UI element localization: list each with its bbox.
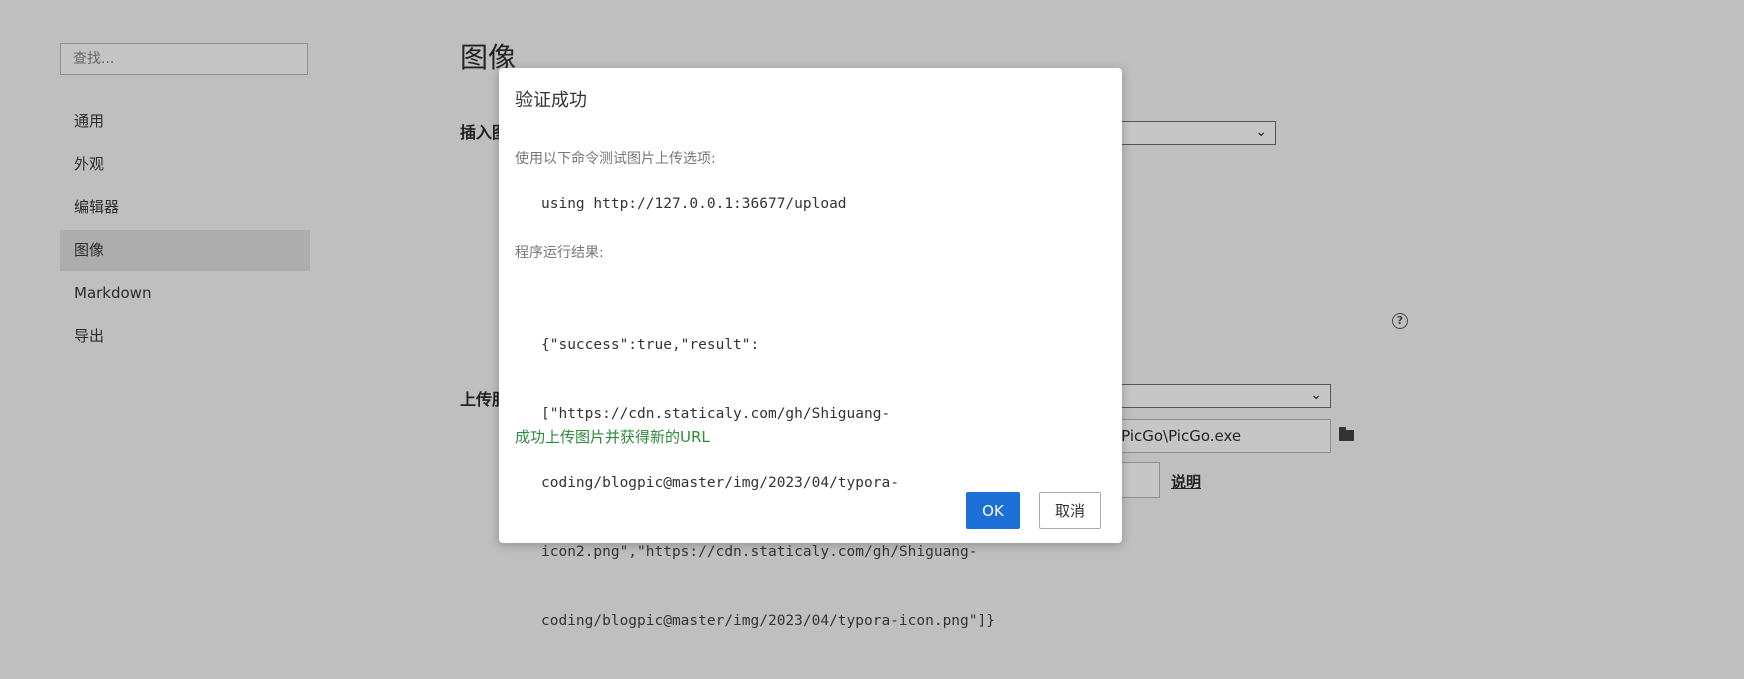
command-label: 使用以下命令测试图片上传选项: <box>515 151 716 167</box>
result-output: {"success":true,"result": ["https://cdn.… <box>541 288 995 679</box>
sidebar-item-image[interactable]: 图像 <box>60 230 310 271</box>
verify-success-dialog: 验证成功 使用以下命令测试图片上传选项: using http://127.0.… <box>499 68 1122 629</box>
search-input[interactable] <box>60 43 308 75</box>
sidebar-item-markdown[interactable]: Markdown <box>60 273 310 314</box>
folder-icon[interactable] <box>1339 427 1354 441</box>
dialog-title: 验证成功 <box>515 90 587 111</box>
sidebar-item-export[interactable]: 导出 <box>60 316 310 357</box>
result-line: coding/blogpic@master/img/2023/04/typora… <box>541 613 995 629</box>
command-text: using http://127.0.0.1:36677/upload <box>541 196 847 212</box>
success-message: 成功上传图片并获得新的URL <box>515 428 710 446</box>
result-line: icon2.png","https://cdn.staticaly.com/gh… <box>541 544 978 560</box>
result-line: {"success":true,"result": <box>541 337 760 353</box>
help-icon[interactable]: ? <box>1392 313 1408 329</box>
picgo-path-input[interactable]: es\PicGo\PicGo.exe <box>1090 419 1331 453</box>
doc-link[interactable]: 说明 <box>1171 471 1201 492</box>
chevron-down-icon: ⌄ <box>1310 387 1322 403</box>
sidebar-nav: 通用 外观 编辑器 图像 Markdown 导出 <box>60 101 310 359</box>
sidebar-item-appearance[interactable]: 外观 <box>60 144 310 185</box>
result-line: ["https://cdn.staticaly.com/gh/Shiguang- <box>541 406 891 422</box>
result-line: coding/blogpic@master/img/2023/04/typora… <box>541 475 899 491</box>
ok-button[interactable]: OK <box>966 492 1020 529</box>
upload-service-select[interactable]: ⌄ <box>1090 384 1331 408</box>
sidebar-item-editor[interactable]: 编辑器 <box>60 187 310 228</box>
sidebar-item-general[interactable]: 通用 <box>60 101 310 142</box>
chevron-down-icon: ⌄ <box>1255 124 1267 140</box>
cancel-button[interactable]: 取消 <box>1039 492 1101 529</box>
result-label: 程序运行结果: <box>515 245 604 261</box>
